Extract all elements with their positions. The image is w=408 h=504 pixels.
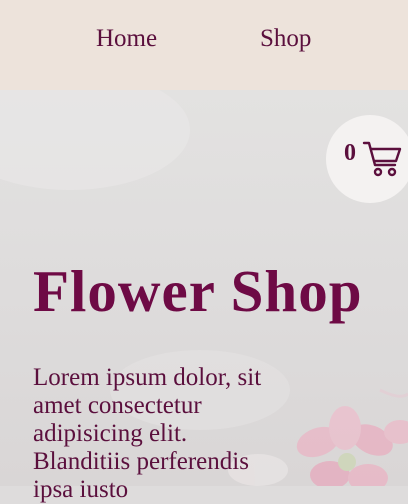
nav-link-shop[interactable]: Shop	[260, 24, 311, 54]
hero-description: Lorem ipsum dolor, sit amet consectetur …	[33, 364, 262, 503]
shopping-cart-icon	[362, 141, 402, 177]
page-title: Flower Shop	[33, 258, 363, 324]
nav-link-home[interactable]: Home	[96, 24, 157, 54]
cart-count: 0	[344, 140, 356, 166]
cart-button[interactable]: 0	[326, 115, 408, 203]
top-navigation: Home Shop	[0, 0, 408, 90]
